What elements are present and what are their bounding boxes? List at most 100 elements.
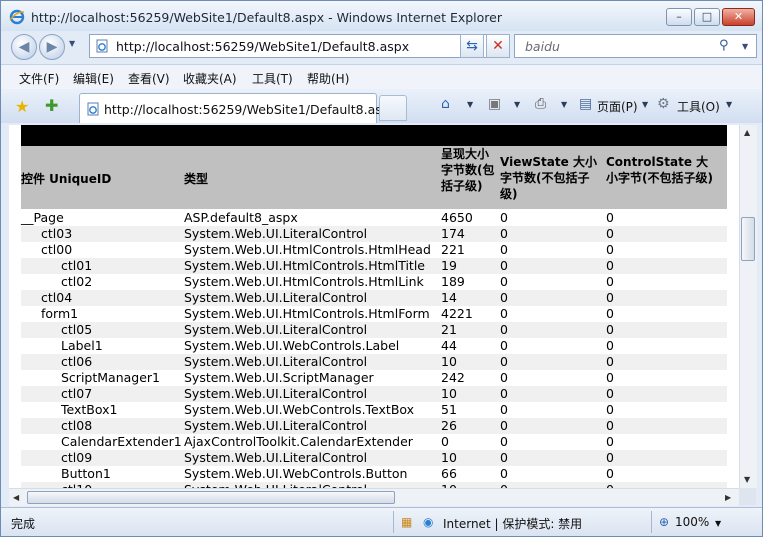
table-row: ctl04 System.Web.UI.LiteralControl 14 0 0 [21, 290, 727, 306]
page-dropdown-icon[interactable]: ▼ [642, 100, 648, 109]
cell-uniqueid: ctl06 [61, 354, 93, 369]
page-icon [96, 39, 108, 53]
cell-viewstate-size: 0 [500, 226, 508, 241]
menu-bar: 文件(F) 编辑(E) 查看(V) 收藏夹(A) 工具(T) 帮助(H) [1, 64, 762, 90]
cell-controlstate-size: 0 [606, 338, 614, 353]
history-dropdown-icon[interactable]: ▼ [69, 39, 75, 48]
table-row: CalendarExtender1 AjaxControlToolkit.Cale… [21, 434, 727, 450]
cell-viewstate-size: 0 [500, 338, 508, 353]
feeds-dropdown-icon[interactable]: ▼ [514, 100, 520, 109]
cell-controlstate-size: 0 [606, 274, 614, 289]
scroll-corner [739, 488, 756, 505]
cell-type: System.Web.UI.HtmlControls.HtmlLink [184, 274, 424, 289]
favorites-star-icon[interactable]: ★ [15, 97, 29, 116]
cell-uniqueid: __Page [21, 210, 64, 225]
cell-render-size: 4221 [441, 306, 473, 321]
tools-menu[interactable]: 工具(O) [677, 98, 720, 115]
search-icon[interactable]: ⚲ [719, 38, 729, 53]
feeds-icon[interactable]: ▣ [488, 96, 501, 112]
ie-logo-icon [9, 9, 25, 25]
security-zone[interactable]: Internet | 保护模式: 禁用 [443, 515, 582, 532]
cell-controlstate-size: 0 [606, 402, 614, 417]
cell-uniqueid: Label1 [61, 338, 103, 353]
back-arrow-icon: ◀ [18, 39, 30, 55]
cell-controlstate-size: 0 [606, 210, 614, 225]
menu-tools[interactable]: 工具(T) [252, 70, 293, 87]
col-header-viewstate-size: ViewState 大小字节数(不包括子级) [500, 155, 597, 201]
status-divider [393, 511, 394, 533]
menu-help[interactable]: 帮助(H) [307, 70, 349, 87]
scroll-up-arrow-icon[interactable]: ▲ [744, 128, 750, 137]
cell-render-size: 4650 [441, 210, 473, 225]
menu-favorites[interactable]: 收藏夹(A) [183, 70, 237, 87]
new-tab-button[interactable] [379, 95, 407, 121]
table-row: ctl09 System.Web.UI.LiteralControl 10 0 0 [21, 450, 727, 466]
scroll-down-arrow-icon[interactable]: ▼ [744, 475, 750, 484]
cell-viewstate-size: 0 [500, 402, 508, 417]
scroll-left-arrow-icon[interactable]: ◀ [13, 493, 19, 502]
command-bar: ★ ✚ http://localhost:56259/WebSite1/Defa… [1, 89, 762, 123]
menu-view[interactable]: 查看(V) [128, 70, 170, 87]
menu-edit[interactable]: 编辑(E) [73, 70, 114, 87]
cell-viewstate-size: 0 [500, 386, 508, 401]
print-icon[interactable]: ⎙ [535, 96, 546, 112]
cell-viewstate-size: 0 [500, 274, 508, 289]
cell-render-size: 189 [441, 274, 465, 289]
cell-render-size: 221 [441, 242, 465, 257]
forward-button[interactable]: ▶ [39, 34, 65, 60]
table-row: ctl00 System.Web.UI.HtmlControls.HtmlHead… [21, 242, 727, 258]
address-url[interactable]: http://localhost:56259/WebSite1/Default8… [116, 39, 409, 54]
home-icon[interactable]: ⌂ [441, 96, 450, 112]
cell-controlstate-size: 0 [606, 418, 614, 433]
minimize-button[interactable]: – [666, 8, 692, 26]
cell-render-size: 21 [441, 322, 457, 337]
zoom-dropdown-icon[interactable]: ▼ [715, 519, 721, 528]
page-icon [87, 102, 99, 116]
search-box[interactable]: baidu ⚲ ▼ [514, 34, 757, 58]
cell-controlstate-size: 0 [606, 450, 614, 465]
cell-type: ASP.default8_aspx [184, 210, 298, 225]
cell-type: System.Web.UI.ScriptManager [184, 370, 374, 385]
cell-render-size: 10 [441, 386, 457, 401]
protected-mode-icon[interactable]: ▦ [401, 515, 412, 529]
cell-viewstate-size: 0 [500, 450, 508, 465]
zoom-level[interactable]: 100% [675, 515, 709, 529]
horizontal-scrollbar[interactable]: ◀ ▶ [9, 488, 739, 506]
back-button[interactable]: ◀ [11, 34, 37, 60]
tools-dropdown-icon[interactable]: ▼ [726, 100, 732, 109]
cell-controlstate-size: 0 [606, 434, 614, 449]
cell-viewstate-size: 0 [500, 354, 508, 369]
table-row: ctl08 System.Web.UI.LiteralControl 26 0 0 [21, 418, 727, 434]
scroll-right-arrow-icon[interactable]: ▶ [725, 493, 731, 502]
search-dropdown-icon[interactable]: ▼ [742, 42, 748, 51]
home-dropdown-icon[interactable]: ▼ [467, 100, 473, 109]
cell-viewstate-size: 0 [500, 258, 508, 273]
tab-default8[interactable]: http://localhost:56259/WebSite1/Default8… [79, 93, 397, 123]
cell-render-size: 174 [441, 226, 465, 241]
cell-type: System.Web.UI.HtmlControls.HtmlForm [184, 306, 430, 321]
cell-controlstate-size: 0 [606, 466, 614, 481]
cell-viewstate-size: 0 [500, 290, 508, 305]
print-dropdown-icon[interactable]: ▼ [561, 100, 567, 109]
refresh-button[interactable]: ⇆ [460, 34, 484, 58]
cell-render-size: 14 [441, 290, 457, 305]
address-bar[interactable]: http://localhost:56259/WebSite1/Default8… [89, 34, 529, 58]
horizontal-scroll-thumb[interactable] [27, 491, 395, 504]
stop-button[interactable]: ✕ [486, 34, 510, 58]
cell-controlstate-size: 0 [606, 226, 614, 241]
close-button[interactable]: ✕ [722, 8, 755, 26]
menu-file[interactable]: 文件(F) [19, 70, 59, 87]
ie-window: http://localhost:56259/WebSite1/Default8… [0, 0, 763, 537]
col-header-render-size: 呈现大小字节数(包括子级) [441, 147, 495, 193]
page-menu[interactable]: 页面(P) [597, 98, 638, 115]
cell-controlstate-size: 0 [606, 242, 614, 257]
table-row: ctl01 System.Web.UI.HtmlControls.HtmlTitl… [21, 258, 727, 274]
vertical-scrollbar[interactable]: ▲ ▼ [739, 125, 757, 488]
table-row: ctl06 System.Web.UI.LiteralControl 10 0 0 [21, 354, 727, 370]
vertical-scroll-thumb[interactable] [741, 217, 755, 261]
maximize-button[interactable]: □ [694, 8, 720, 26]
cell-render-size: 19 [441, 258, 457, 273]
navigation-bar: ◀ ▶ ▼ http://localhost:56259/WebSite1/De… [1, 31, 762, 63]
cell-type: System.Web.UI.WebControls.Button [184, 466, 408, 481]
add-favorites-icon[interactable]: ✚ [45, 96, 58, 115]
